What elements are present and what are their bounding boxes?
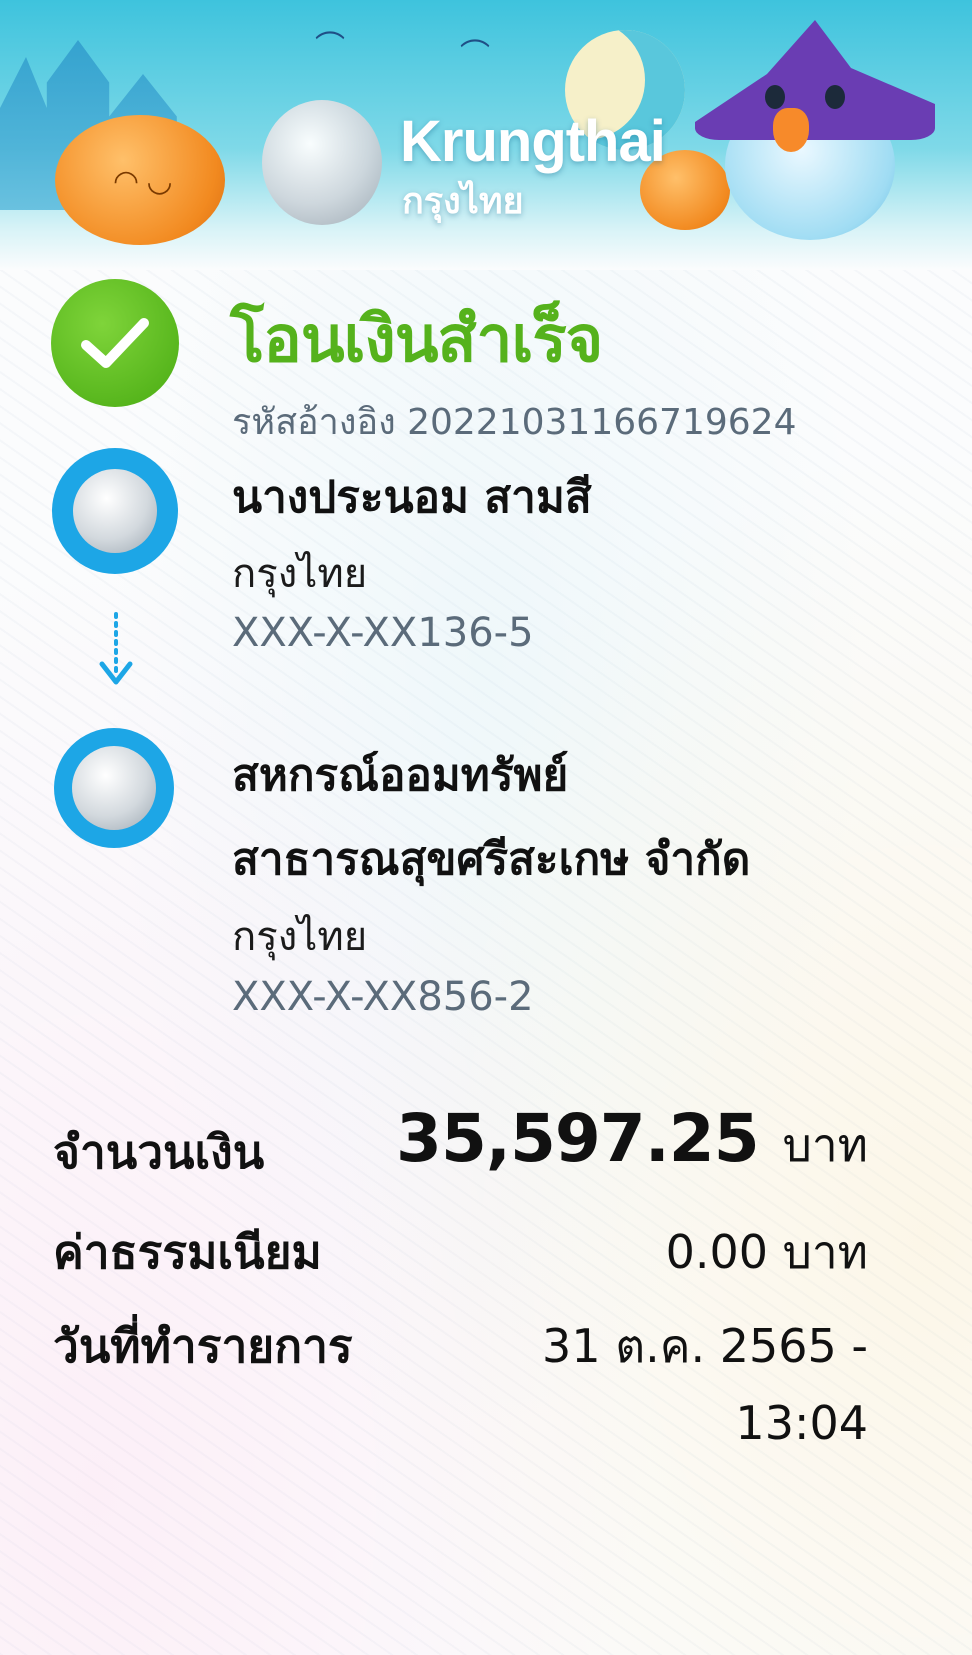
- mascot-illustration: [695, 20, 935, 250]
- transaction-time-value: 13:04: [735, 1396, 868, 1450]
- receiver-name-line1: สหกรณ์ออมทรัพย์: [232, 750, 569, 801]
- pumpkin-illustration: ◠ ◡: [55, 115, 225, 245]
- transaction-date-value: 31 ต.ค. 2565 -: [542, 1319, 868, 1373]
- brand-name-thai: กรุงไทย: [402, 181, 524, 222]
- amount-unit: บาท: [782, 1118, 868, 1172]
- krungthai-logo-icon: [262, 100, 382, 225]
- bat-icon: ⌒: [315, 30, 345, 65]
- fee-label: ค่าธรรมเนียม: [53, 1225, 322, 1279]
- krungthai-logo-icon: [73, 469, 157, 553]
- sender-bank-logo: [52, 448, 178, 574]
- receiver-name-line2: สาธารณสุขศรีสะเกษ จำกัด: [232, 834, 751, 885]
- reference-number: รหัสอ้างอิง 20221031166719624: [232, 402, 797, 443]
- check-icon: [81, 318, 149, 368]
- arrow-down-icon: [99, 612, 133, 685]
- amount-label: จำนวนเงิน: [53, 1125, 265, 1179]
- receiver-bank-name: กรุงไทย: [232, 914, 368, 960]
- transaction-date-label: วันที่ทำรายการ: [53, 1319, 353, 1373]
- bat-icon: ⌒: [460, 38, 490, 73]
- krungthai-logo-icon: [72, 746, 156, 830]
- sender-account-number: XXX-X-XX136-5: [232, 610, 534, 656]
- transfer-success-title: โอนเงินสำเร็จ: [230, 303, 603, 377]
- success-check-icon: [51, 279, 179, 407]
- sender-bank-name: กรุงไทย: [232, 551, 368, 597]
- sender-name: นางประนอม สามสี: [232, 472, 592, 523]
- header-banner: ⌒ ⌒ ◠ ◡ Krungthai กรุงไทย: [0, 0, 972, 270]
- amount-value-group: 35,597.25 บาท: [396, 1100, 868, 1182]
- receiver-account-number: XXX-X-XX856-2: [232, 974, 534, 1020]
- receiver-bank-logo: [54, 728, 174, 848]
- brand-name: Krungthai: [400, 109, 666, 174]
- amount-value: 35,597.25: [396, 1100, 760, 1177]
- fee-value: 0.00 บาท: [665, 1225, 868, 1279]
